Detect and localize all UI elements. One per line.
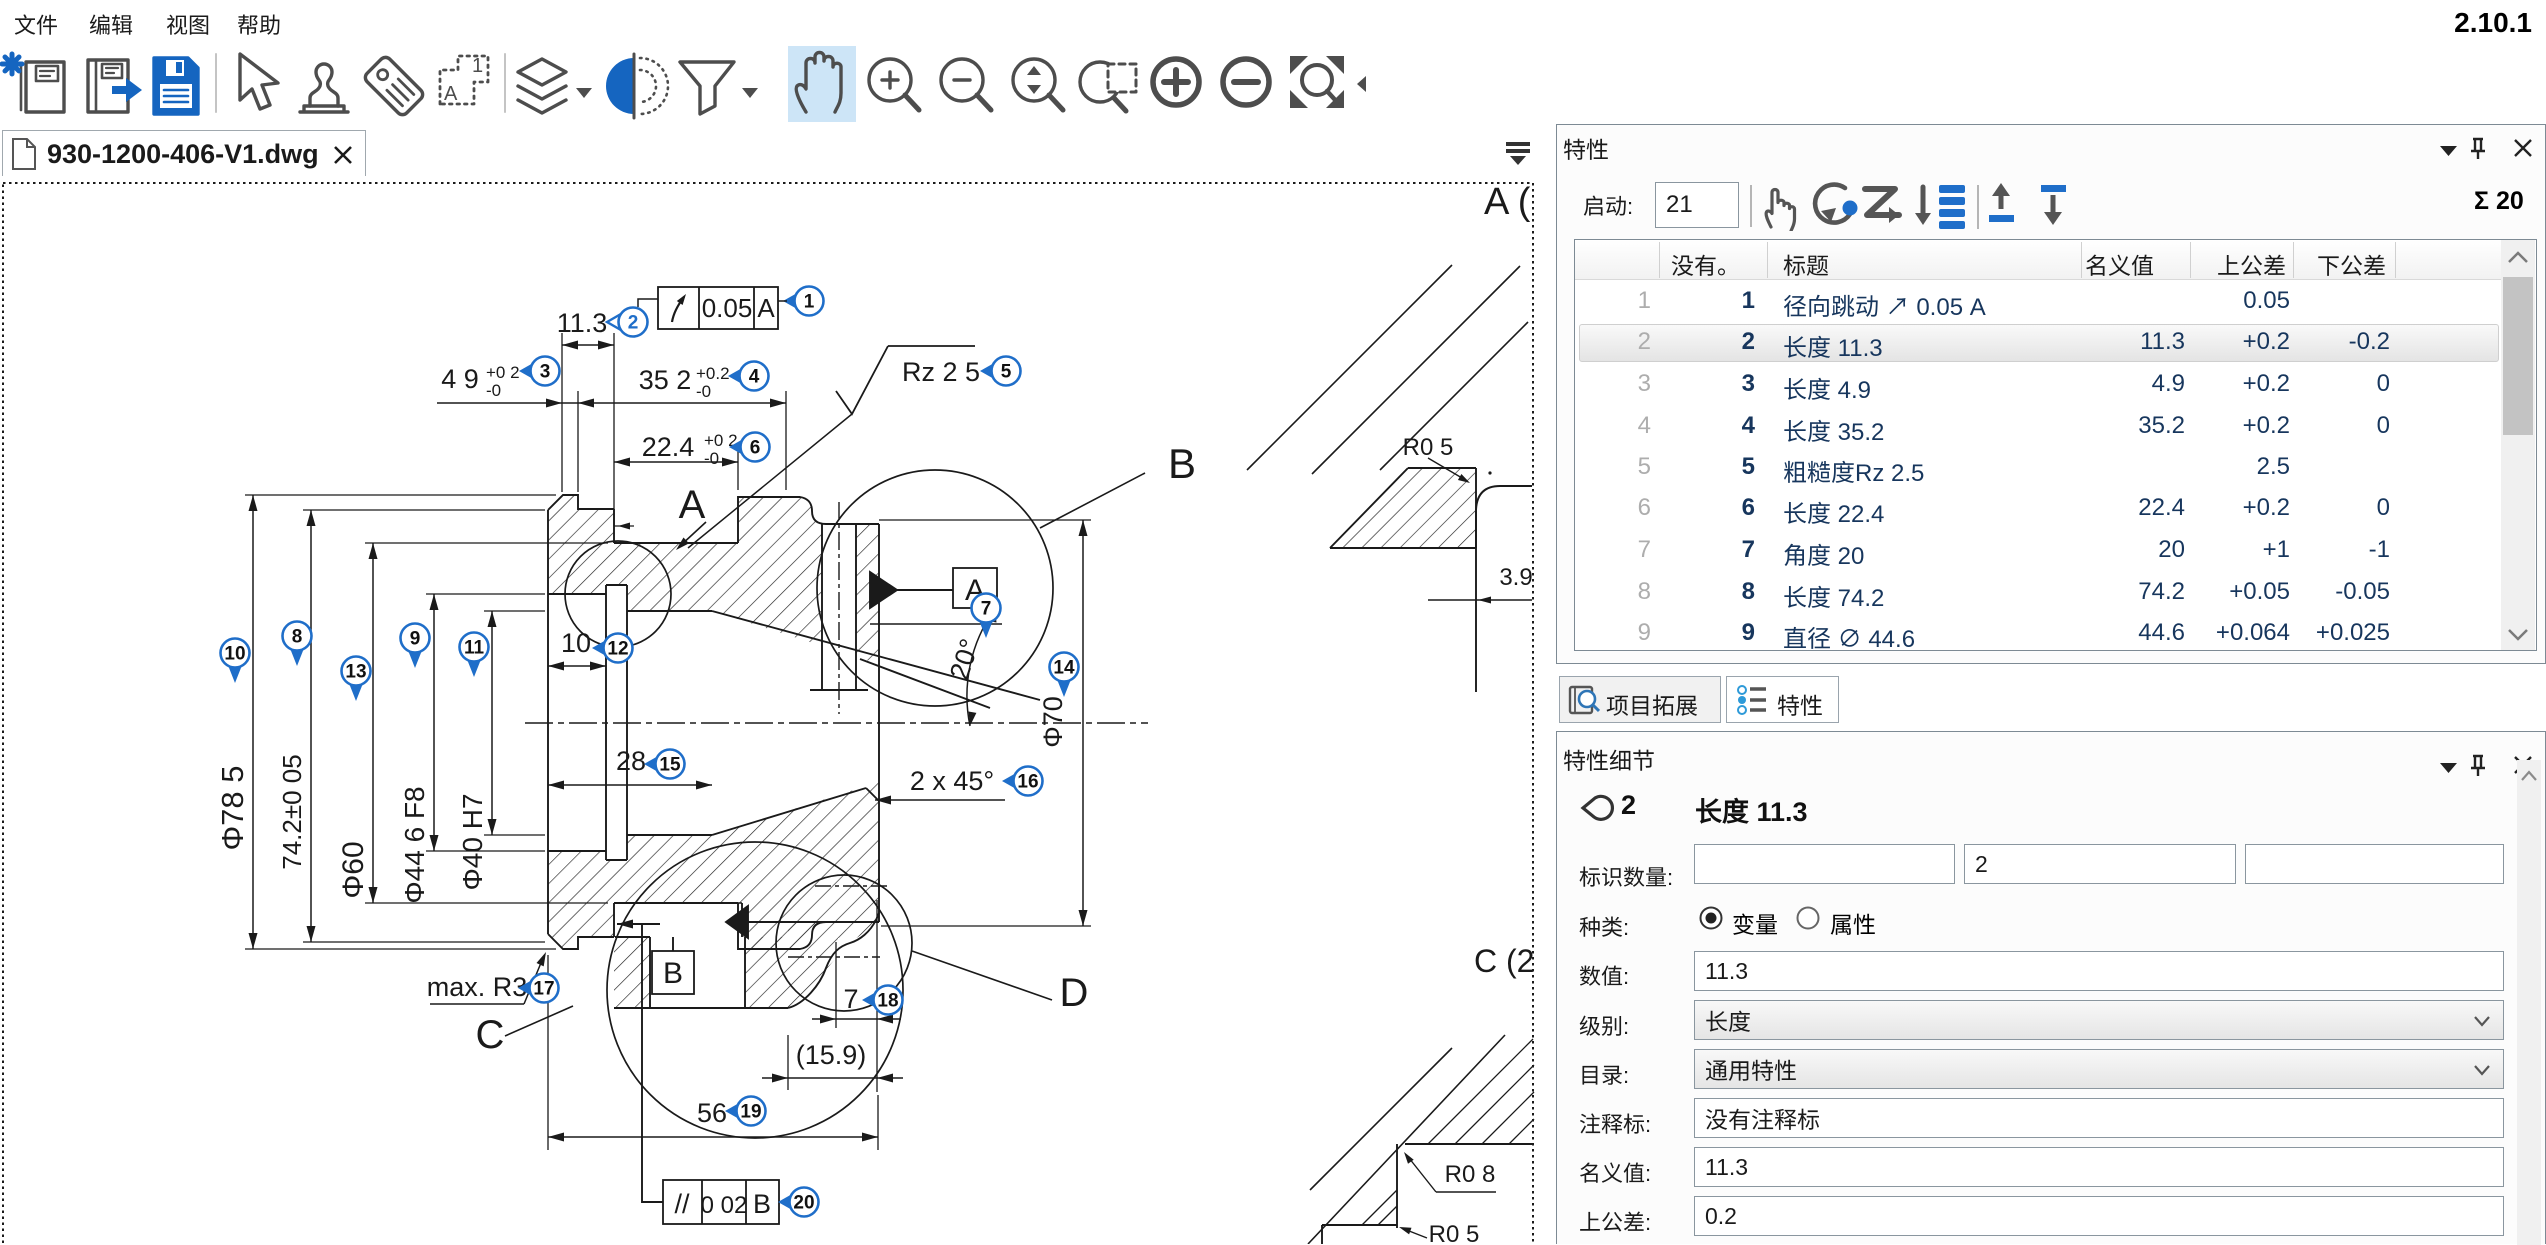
svg-text:11.3: 11.3 [557, 308, 608, 338]
svg-text:22.4: 22.4 [642, 432, 695, 462]
svg-text:0.05: 0.05 [702, 293, 753, 323]
svg-text:Φ78 5: Φ78 5 [215, 765, 250, 850]
svg-text:4: 4 [749, 367, 760, 388]
svg-text:10: 10 [224, 644, 245, 665]
svg-text:16: 16 [1017, 772, 1038, 793]
svg-text:12: 12 [607, 639, 628, 660]
svg-text:7: 7 [981, 599, 992, 620]
svg-text:A (: A ( [1484, 181, 1531, 223]
svg-text:17: 17 [533, 979, 554, 1000]
svg-text:18: 18 [877, 991, 898, 1012]
svg-text:Φ60: Φ60 [337, 841, 370, 898]
svg-text:3: 3 [540, 362, 551, 383]
svg-text:D: D [1060, 971, 1089, 1015]
svg-text:0 02: 0 02 [701, 1192, 748, 1219]
svg-text:-0: -0 [696, 382, 711, 401]
svg-text:-0: -0 [704, 449, 719, 468]
svg-text:1: 1 [804, 292, 815, 313]
svg-text:C (2: C (2 [1474, 943, 1534, 979]
svg-text:3.9: 3.9 [1499, 564, 1532, 591]
svg-text:2 x 45°: 2 x 45° [910, 766, 994, 796]
svg-text://: // [674, 1189, 690, 1219]
svg-text:6: 6 [750, 438, 761, 459]
svg-text:A: A [679, 483, 706, 527]
svg-text:7: 7 [843, 984, 858, 1014]
svg-text:20°: 20° [944, 635, 985, 683]
svg-text:4 9: 4 9 [441, 364, 479, 394]
svg-text:9: 9 [410, 629, 421, 650]
svg-text:10: 10 [561, 628, 591, 658]
svg-text:74.2±0 05: 74.2±0 05 [277, 754, 307, 869]
svg-text:13: 13 [345, 662, 366, 683]
svg-text:Φ40 H7: Φ40 H7 [457, 793, 488, 890]
svg-text:R0 5: R0 5 [1429, 1221, 1480, 1244]
svg-text:R0 5: R0 5 [1403, 434, 1454, 461]
svg-text:A: A [757, 293, 775, 323]
svg-text:11: 11 [464, 638, 485, 659]
svg-text:R0 8: R0 8 [1445, 1161, 1496, 1188]
svg-text:(15.9): (15.9) [796, 1040, 867, 1070]
svg-text:5: 5 [1001, 362, 1012, 383]
svg-text:14: 14 [1053, 658, 1075, 679]
svg-text:B: B [1168, 440, 1196, 487]
svg-text:15: 15 [659, 755, 681, 776]
svg-text:19: 19 [740, 1102, 761, 1123]
svg-text:B: B [663, 957, 683, 990]
svg-text:Φ70: Φ70 [1038, 696, 1068, 748]
svg-text:56: 56 [697, 1098, 727, 1128]
svg-text:20: 20 [793, 1193, 814, 1214]
svg-text:8: 8 [292, 627, 303, 648]
svg-text:+0 2: +0 2 [486, 363, 520, 382]
svg-text:2: 2 [628, 313, 639, 334]
svg-text:Φ44 6 F8: Φ44 6 F8 [399, 786, 430, 903]
svg-text:28: 28 [616, 746, 646, 776]
svg-text:-0: -0 [486, 381, 501, 400]
svg-text:Rz 2 5: Rz 2 5 [902, 357, 980, 387]
svg-text:B: B [753, 1189, 771, 1219]
svg-text:C: C [476, 1013, 505, 1057]
svg-text:35 2: 35 2 [639, 365, 692, 395]
svg-text:+0.2: +0.2 [696, 364, 730, 383]
svg-text:max. R3: max. R3 [427, 972, 528, 1002]
